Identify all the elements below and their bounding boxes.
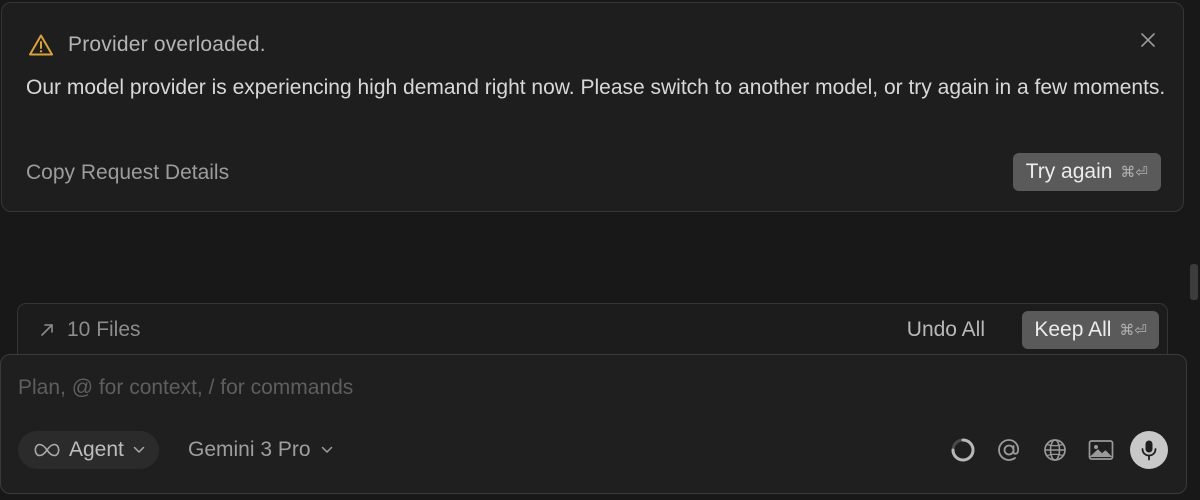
mention-button[interactable] bbox=[986, 431, 1032, 469]
keep-all-label: Keep All bbox=[1034, 318, 1112, 341]
keep-all-button[interactable]: Keep All ⌘⏎ bbox=[1022, 311, 1159, 349]
files-count-label: 10 Files bbox=[67, 318, 141, 341]
arrow-up-right-icon bbox=[38, 321, 56, 339]
keyboard-shortcut: ⌘⏎ bbox=[1120, 164, 1148, 181]
close-icon bbox=[1140, 32, 1156, 48]
expand-files-button[interactable]: 10 Files bbox=[38, 318, 141, 342]
chat-panel: Provider overloaded. Our model provider … bbox=[0, 0, 1200, 500]
infinity-icon bbox=[34, 443, 60, 457]
chat-composer: Agent Gemini 3 Pro bbox=[0, 354, 1187, 494]
model-dropdown[interactable]: Gemini 3 Pro bbox=[188, 431, 333, 469]
model-label: Gemini 3 Pro bbox=[188, 438, 311, 461]
agent-mode-dropdown[interactable]: Agent bbox=[18, 431, 159, 469]
microphone-icon bbox=[1140, 439, 1158, 461]
banner-message: Our model provider is experiencing high … bbox=[26, 76, 1166, 99]
loading-indicator bbox=[940, 431, 986, 469]
scrollbar-thumb[interactable] bbox=[1190, 264, 1198, 300]
banner-title: Provider overloaded. bbox=[68, 33, 266, 56]
copy-request-details-button[interactable]: Copy Request Details bbox=[26, 161, 229, 185]
chevron-down-icon bbox=[133, 446, 145, 454]
agent-mode-label: Agent bbox=[69, 438, 124, 461]
keyboard-shortcut: ⌘⏎ bbox=[1119, 322, 1147, 339]
try-again-button[interactable]: Try again ⌘⏎ bbox=[1012, 153, 1161, 191]
undo-all-button[interactable]: Undo All bbox=[907, 318, 985, 342]
voice-input-button[interactable] bbox=[1130, 431, 1168, 469]
close-banner-button[interactable] bbox=[1135, 27, 1161, 53]
prompt-input[interactable] bbox=[18, 371, 1158, 405]
image-icon bbox=[1088, 439, 1114, 461]
composer-toolbar bbox=[940, 431, 1168, 469]
chevron-down-icon bbox=[321, 446, 333, 454]
globe-icon bbox=[1042, 437, 1068, 463]
warning-icon bbox=[28, 33, 54, 57]
at-sign-icon bbox=[996, 437, 1022, 463]
attach-image-button[interactable] bbox=[1078, 431, 1124, 469]
try-again-label: Try again bbox=[1025, 160, 1113, 183]
loading-spinner-icon bbox=[950, 437, 976, 463]
web-search-button[interactable] bbox=[1032, 431, 1078, 469]
error-banner: Provider overloaded. Our model provider … bbox=[1, 2, 1184, 212]
banner-header: Provider overloaded. bbox=[28, 33, 266, 57]
